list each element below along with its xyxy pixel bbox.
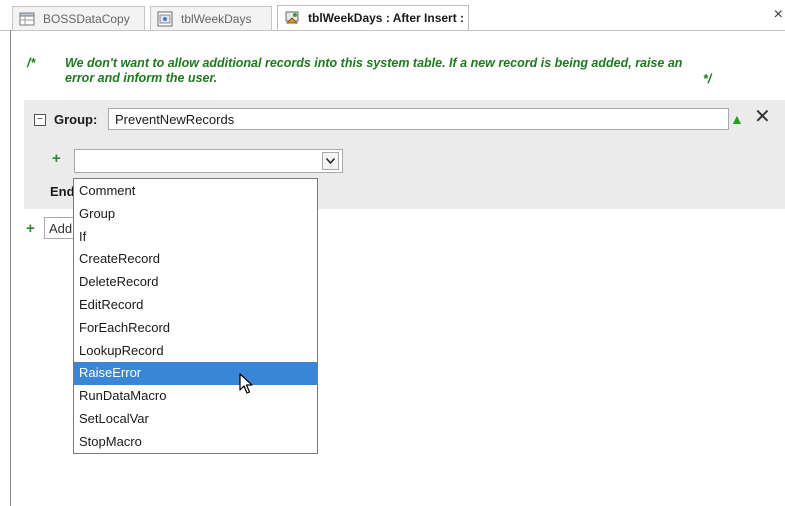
close-document-button[interactable]: × xyxy=(774,6,783,24)
designer-left-border xyxy=(10,30,11,506)
comment-text: We don't want to allow additional record… xyxy=(65,56,683,85)
move-up-icon[interactable]: ▲ xyxy=(730,111,744,127)
chevron-down-icon[interactable] xyxy=(322,152,339,170)
end-group-label: End xyxy=(50,184,75,199)
dropdown-item-lookuprecord[interactable]: LookupRecord xyxy=(74,340,317,363)
delete-group-icon[interactable]: ✕ xyxy=(754,104,771,129)
dropdown-item-comment[interactable]: Comment xyxy=(74,180,317,203)
dropdown-item-deleterecord[interactable]: DeleteRecord xyxy=(74,271,317,294)
document-tab-bar: BOSSDataCopy tblWeekDays tblWeekDays : A… xyxy=(0,0,785,31)
tab-tblweekdays[interactable]: tblWeekDays xyxy=(150,6,272,30)
comment-open-marker: /* xyxy=(27,56,36,70)
tab-after-insert-macro[interactable]: tblWeekDays : After Insert : xyxy=(277,5,469,30)
add-action-plus-icon[interactable]: + xyxy=(52,150,61,167)
table-icon xyxy=(19,12,35,25)
dropdown-item-setlocalvar[interactable]: SetLocalVar xyxy=(74,408,317,431)
tab-label: tblWeekDays xyxy=(181,11,252,26)
table-datasheet-icon xyxy=(157,11,173,26)
dropdown-item-rundatamacro[interactable]: RunDataMacro xyxy=(74,385,317,408)
dropdown-item-foreachrecord[interactable]: ForEachRecord xyxy=(74,317,317,340)
add-new-action-combo[interactable] xyxy=(74,149,343,173)
tab-label: BOSSDataCopy xyxy=(43,11,130,26)
tab-bossdatacopy[interactable]: BOSSDataCopy xyxy=(12,6,145,30)
dropdown-item-raiseerror[interactable]: RaiseError xyxy=(74,362,317,386)
dropdown-item-stopmacro[interactable]: StopMacro xyxy=(74,431,317,454)
action-dropdown-list: Comment Group If CreateRecord DeleteReco… xyxy=(73,178,318,454)
dropdown-item-editrecord[interactable]: EditRecord xyxy=(74,294,317,317)
dropdown-item-group[interactable]: Group xyxy=(74,203,317,226)
group-label: Group: xyxy=(54,112,98,127)
tab-label: tblWeekDays : After Insert : xyxy=(308,11,465,25)
mouse-pointer-icon xyxy=(239,373,253,394)
collapse-toggle-icon[interactable]: − xyxy=(34,114,46,126)
dropdown-item-if[interactable]: If xyxy=(74,226,317,249)
outer-add-action-plus-icon[interactable]: + xyxy=(26,220,35,237)
group-name-input[interactable]: PreventNewRecords xyxy=(108,108,729,130)
dropdown-item-createrecord[interactable]: CreateRecord xyxy=(74,248,317,271)
data-macro-icon xyxy=(285,11,299,24)
comment-close-marker: */ xyxy=(703,72,712,86)
